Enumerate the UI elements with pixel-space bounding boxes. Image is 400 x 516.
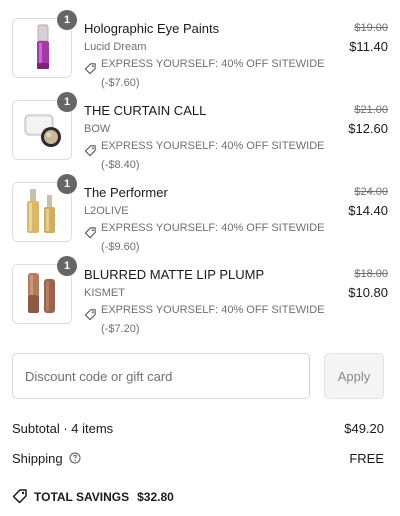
product-brand: BOW [84, 123, 111, 135]
tag-icon [84, 63, 96, 75]
quantity-badge: 1 [57, 174, 77, 194]
sale-price: $10.80 [348, 285, 388, 300]
shipping-row: Shipping [12, 451, 81, 466]
tag-icon [12, 489, 27, 504]
quantity-badge: 1 [57, 10, 77, 30]
tag-icon [84, 309, 96, 321]
discount-amount: (-$7.60) [101, 77, 140, 89]
total-savings: TOTAL SAVINGS $32.80 [12, 488, 174, 504]
subtotal-label: Subtotal · 4 items [12, 421, 114, 436]
product-brand: L2OLIVE [84, 205, 129, 217]
shipping-label: Shipping [12, 451, 63, 466]
discount-label: EXPRESS YOURSELF: 40% OFF SITEWIDE [101, 58, 325, 70]
shipping-value: FREE [349, 451, 384, 466]
product-brand: KISMET [84, 287, 125, 299]
discount-amount: (-$7.20) [101, 323, 140, 335]
product-name: BLURRED MATTE LIP PLUMP [84, 267, 265, 282]
discount-label: EXPRESS YOURSELF: 40% OFF SITEWIDE [101, 304, 325, 316]
tag-icon [84, 227, 96, 239]
tag-icon [84, 145, 96, 157]
original-price: $18.00 [354, 268, 388, 280]
product-name: The Performer [84, 185, 168, 200]
product-brand: Lucid Dream [84, 41, 147, 53]
sale-price: $12.60 [348, 121, 388, 136]
subtotal-value: $49.20 [344, 421, 384, 436]
cart-line-item: 1 THE CURTAIN CALL BOW EXPRESS YOURSELF:… [12, 92, 388, 171]
question-circle-icon[interactable] [69, 452, 81, 464]
quantity-badge: 1 [57, 92, 77, 112]
discount-label: EXPRESS YOURSELF: 40% OFF SITEWIDE [101, 222, 325, 234]
original-price: $24.00 [354, 186, 388, 198]
quantity-badge: 1 [57, 256, 77, 276]
discount-amount: (-$8.40) [101, 159, 140, 171]
original-price: $19.00 [354, 22, 388, 34]
product-name: Holographic Eye Paints [84, 21, 220, 36]
total-savings-label: TOTAL SAVINGS [34, 490, 130, 504]
sale-price: $11.40 [349, 39, 388, 54]
original-price: $21.00 [354, 104, 388, 116]
cart-line-item: 1 BLURRED MATTE LIP PLUMP KISMET EXPRESS… [12, 256, 388, 335]
discount-amount: (-$9.60) [101, 241, 140, 253]
product-name: THE CURTAIN CALL [84, 103, 207, 118]
discount-code-input[interactable] [12, 353, 310, 399]
cart-line-item: 1 The Performer L2OLIVE EXPRESS YOURSELF… [12, 174, 388, 253]
total-savings-value: $32.80 [137, 490, 174, 504]
apply-discount-button[interactable]: Apply [324, 353, 384, 399]
discount-label: EXPRESS YOURSELF: 40% OFF SITEWIDE [101, 140, 325, 152]
cart-line-item: 1 Holographic Eye Paints Lucid Dream EXP… [12, 10, 388, 89]
sale-price: $14.40 [348, 203, 388, 218]
